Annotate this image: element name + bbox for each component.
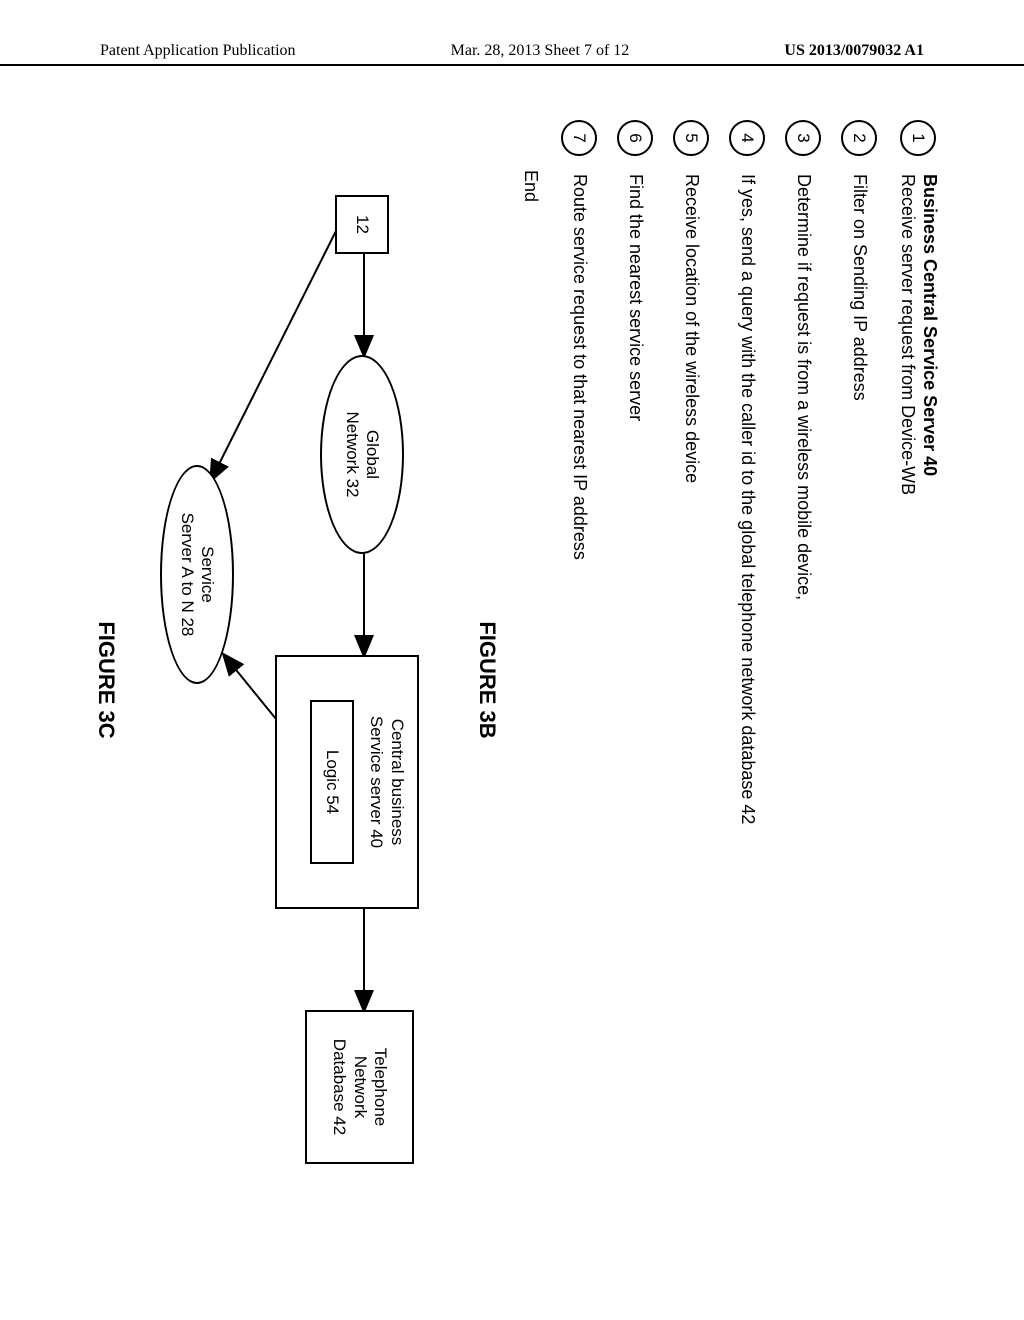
step-4-row: 4 If yes, send a query with the caller i… bbox=[729, 120, 765, 1240]
logic-box: Logic 54 bbox=[310, 700, 354, 864]
central-server-box: Central business Service server 40 Logic… bbox=[275, 655, 419, 909]
step-7-row: 7 Route service request to that nearest … bbox=[561, 120, 597, 1240]
step-7-text: Route service request to that nearest IP… bbox=[568, 174, 590, 560]
step-5-text: Receive location of the wireless device bbox=[680, 174, 702, 483]
step-2-circle: 2 bbox=[841, 120, 877, 156]
service-server-node: Service Server A to N 28 bbox=[160, 465, 234, 684]
header-center: Mar. 28, 2013 Sheet 7 of 12 bbox=[451, 42, 630, 60]
end-label: End bbox=[520, 170, 541, 1240]
central-server-label: Central business Service server 40 bbox=[366, 716, 407, 848]
figure-3b-title: Business Central Service Server 40 bbox=[918, 174, 940, 495]
header-inner: Patent Application Publication Mar. 28, … bbox=[0, 42, 1024, 60]
step-4-text: If yes, send a query with the caller id … bbox=[736, 174, 758, 824]
page-header: Patent Application Publication Mar. 28, … bbox=[0, 42, 1024, 66]
header-left: Patent Application Publication bbox=[100, 42, 296, 60]
figure-3b-steps: 1 Business Central Service Server 40 Rec… bbox=[474, 120, 940, 1240]
landscape-content: 1 Business Central Service Server 40 Rec… bbox=[90, 120, 950, 1240]
figure-3c-label: FIGURE 3C bbox=[93, 120, 119, 1240]
figure-container: 1 Business Central Service Server 40 Rec… bbox=[90, 120, 950, 1240]
step-5-circle: 5 bbox=[673, 120, 709, 156]
step-6-row: 6 Find the nearest service server bbox=[617, 120, 653, 1240]
step-5-row: 5 Receive location of the wireless devic… bbox=[673, 120, 709, 1240]
figure-3b-label: FIGURE 3B bbox=[474, 120, 500, 1240]
figure-3c-diagram: 12 Global Network 32 Central business Se… bbox=[129, 180, 449, 1180]
step-6-circle: 6 bbox=[617, 120, 653, 156]
telephone-db-box: Telephone Network Database 42 bbox=[305, 1010, 414, 1164]
step-1-desc: Receive server request from Device-WB bbox=[897, 174, 919, 495]
step-1-circle: 1 bbox=[900, 120, 936, 156]
step-3-circle: 3 bbox=[785, 120, 821, 156]
step-3-row: 3 Determine if request is from a wireles… bbox=[785, 120, 821, 1240]
step-4-circle: 4 bbox=[729, 120, 765, 156]
header-right: US 2013/0079032 A1 bbox=[784, 42, 924, 60]
step-3-text: Determine if request is from a wireless … bbox=[792, 174, 814, 600]
step-7-circle: 7 bbox=[561, 120, 597, 156]
step-6-text: Find the nearest service server bbox=[624, 174, 646, 421]
step-1-row: 1 Business Central Service Server 40 Rec… bbox=[897, 120, 940, 1240]
step-1-text: Business Central Service Server 40 Recei… bbox=[897, 174, 940, 495]
step-2-text: Filter on Sending IP address bbox=[848, 174, 870, 401]
global-network-node: Global Network 32 bbox=[320, 355, 404, 554]
device-box: 12 bbox=[335, 195, 389, 254]
step-2-row: 2 Filter on Sending IP address bbox=[841, 120, 877, 1240]
